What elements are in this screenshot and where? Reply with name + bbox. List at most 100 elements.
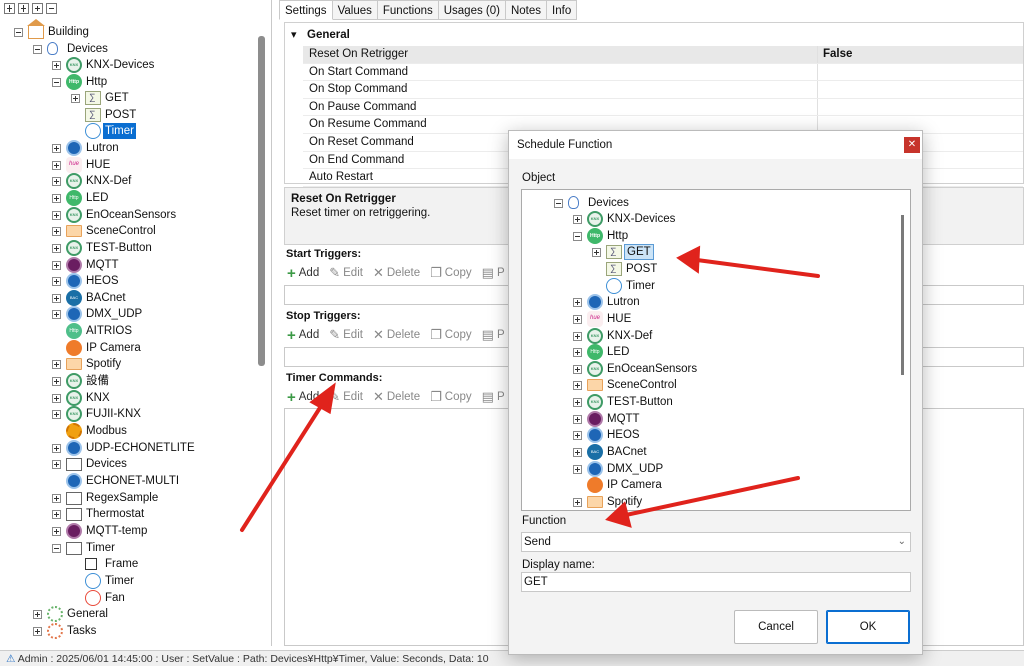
tree-node[interactable]: Thermostat [0,506,258,522]
add-button[interactable]: + Add [287,327,319,344]
tree-node[interactable]: KNX-Devices [522,211,910,227]
tree-node[interactable]: Timer [522,278,910,294]
tree-node[interactable]: GET [522,244,910,260]
expand-icon[interactable] [573,348,582,357]
cancel-button[interactable]: Cancel [734,610,818,644]
collapse-icon[interactable] [14,28,23,37]
tree-node[interactable]: EnOceanSensors [0,207,258,223]
tree-node[interactable]: RegexSample [0,490,258,506]
delete-button[interactable]: ✕ Delete [373,389,420,405]
expand-icon[interactable] [52,144,61,153]
tree-node[interactable]: TEST-Button [0,240,258,256]
tree-node[interactable]: Modbus [0,423,258,439]
expand-icon[interactable] [52,510,61,519]
tree-node[interactable]: ECHONET-MULTI [0,473,258,489]
tree-node[interactable]: Devices [0,456,258,472]
expand-icon[interactable] [32,3,43,14]
collapse-icon[interactable] [554,199,563,208]
tree-node[interactable]: MQTT [522,411,910,427]
tree-node[interactable]: Devices [0,41,258,57]
expand-icon[interactable] [573,415,582,424]
expand-icon[interactable] [52,294,61,303]
edit-button[interactable]: ✎ Edit [329,265,363,281]
tree-node[interactable]: Timer [0,540,258,556]
expand-icon[interactable] [52,227,61,236]
tree-node[interactable]: Spotify [522,494,910,510]
tree-node[interactable]: Frame [0,556,258,572]
expand-icon[interactable] [573,431,582,440]
expand-icon[interactable] [52,61,61,70]
tab-usages-0[interactable]: Usages (0) [438,0,506,20]
expand-icon[interactable] [52,161,61,170]
tab-notes[interactable]: Notes [505,0,548,20]
tree-node[interactable]: HUE [522,311,910,327]
expand-icon[interactable] [573,332,582,341]
function-select[interactable]: Send ⌄ [521,532,911,552]
delete-button[interactable]: ✕ Delete [373,327,420,343]
tree-node[interactable]: Spotify [0,356,258,372]
expand-icon[interactable] [33,610,42,619]
tree-node[interactable]: Devices [522,195,910,211]
tree-node[interactable]: KNX [0,390,258,406]
collapse-icon[interactable] [46,3,57,14]
expand-icon[interactable] [52,194,61,203]
tree-node[interactable]: Http [522,228,910,244]
expand-icon[interactable] [573,298,582,307]
expand-icon[interactable] [52,261,61,270]
tree-scrollbar[interactable] [258,36,265,366]
collapse-icon[interactable] [52,78,61,87]
tree-node[interactable]: 設備 [0,373,258,389]
tree-node[interactable]: POST [0,107,258,123]
expand-icon[interactable] [52,277,61,286]
copy-button[interactable]: ❐ Copy [430,265,472,281]
ok-button[interactable]: OK [826,610,910,644]
expand-icon[interactable] [573,215,582,224]
collapse-icon[interactable] [33,45,42,54]
property-row[interactable]: On Stop Command [303,81,1023,99]
tree-node[interactable]: Timer [0,123,258,139]
tree-node[interactable]: Timer [0,573,258,589]
tree-node[interactable]: MQTT [0,257,258,273]
tree-node[interactable]: MQTT-temp [0,523,258,539]
tree-node[interactable]: EnOceanSensors [522,361,910,377]
tab-functions[interactable]: Functions [377,0,439,20]
tree-node[interactable]: KNX-Def [0,173,258,189]
expand-icon[interactable] [573,448,582,457]
tree-node[interactable]: Fan [0,590,258,606]
expand-icon[interactable] [573,365,582,374]
copy-button[interactable]: ❐ Copy [430,327,472,343]
expand-icon[interactable] [52,394,61,403]
collapse-icon[interactable] [573,232,582,241]
tab-settings[interactable]: Settings [279,0,333,20]
expand-icon[interactable] [592,248,601,257]
expand-icon[interactable] [52,410,61,419]
tree-node[interactable]: DMX_UDP [0,306,258,322]
tree-node[interactable]: IP Camera [522,477,910,493]
tree-node[interactable]: SceneControl [0,223,258,239]
edit-button[interactable]: ✎ Edit [329,327,363,343]
close-icon[interactable]: ✕ [904,137,920,153]
dialog-tree-scrollbar[interactable] [901,215,904,375]
expand-icon[interactable] [52,310,61,319]
tree-node[interactable]: HEOS [0,273,258,289]
expand-icon[interactable] [52,494,61,503]
tree-node[interactable]: Http [0,74,258,90]
expand-icon[interactable] [52,211,61,220]
expand-icon[interactable] [71,94,80,103]
expand-icon[interactable] [52,360,61,369]
expand-icon[interactable] [573,498,582,507]
collapse-icon[interactable] [52,544,61,553]
tree-node[interactable]: BACnet [522,444,910,460]
expand-icon[interactable] [573,315,582,324]
expand-icon[interactable] [573,381,582,390]
property-row[interactable]: On Start Command [303,63,1023,82]
edit-button[interactable]: ✎ Edit [329,389,363,405]
tab-values[interactable]: Values [332,0,378,20]
tree-node[interactable]: General [0,606,258,622]
delete-button[interactable]: ✕ Delete [373,265,420,281]
tree-node[interactable]: POST [522,261,910,277]
tree-node[interactable]: HUE [0,157,258,173]
property-row[interactable]: Reset On Retrigger False [303,46,1023,64]
tree-node[interactable]: KNX-Devices [0,57,258,73]
tree-node[interactable]: BACnet [0,290,258,306]
